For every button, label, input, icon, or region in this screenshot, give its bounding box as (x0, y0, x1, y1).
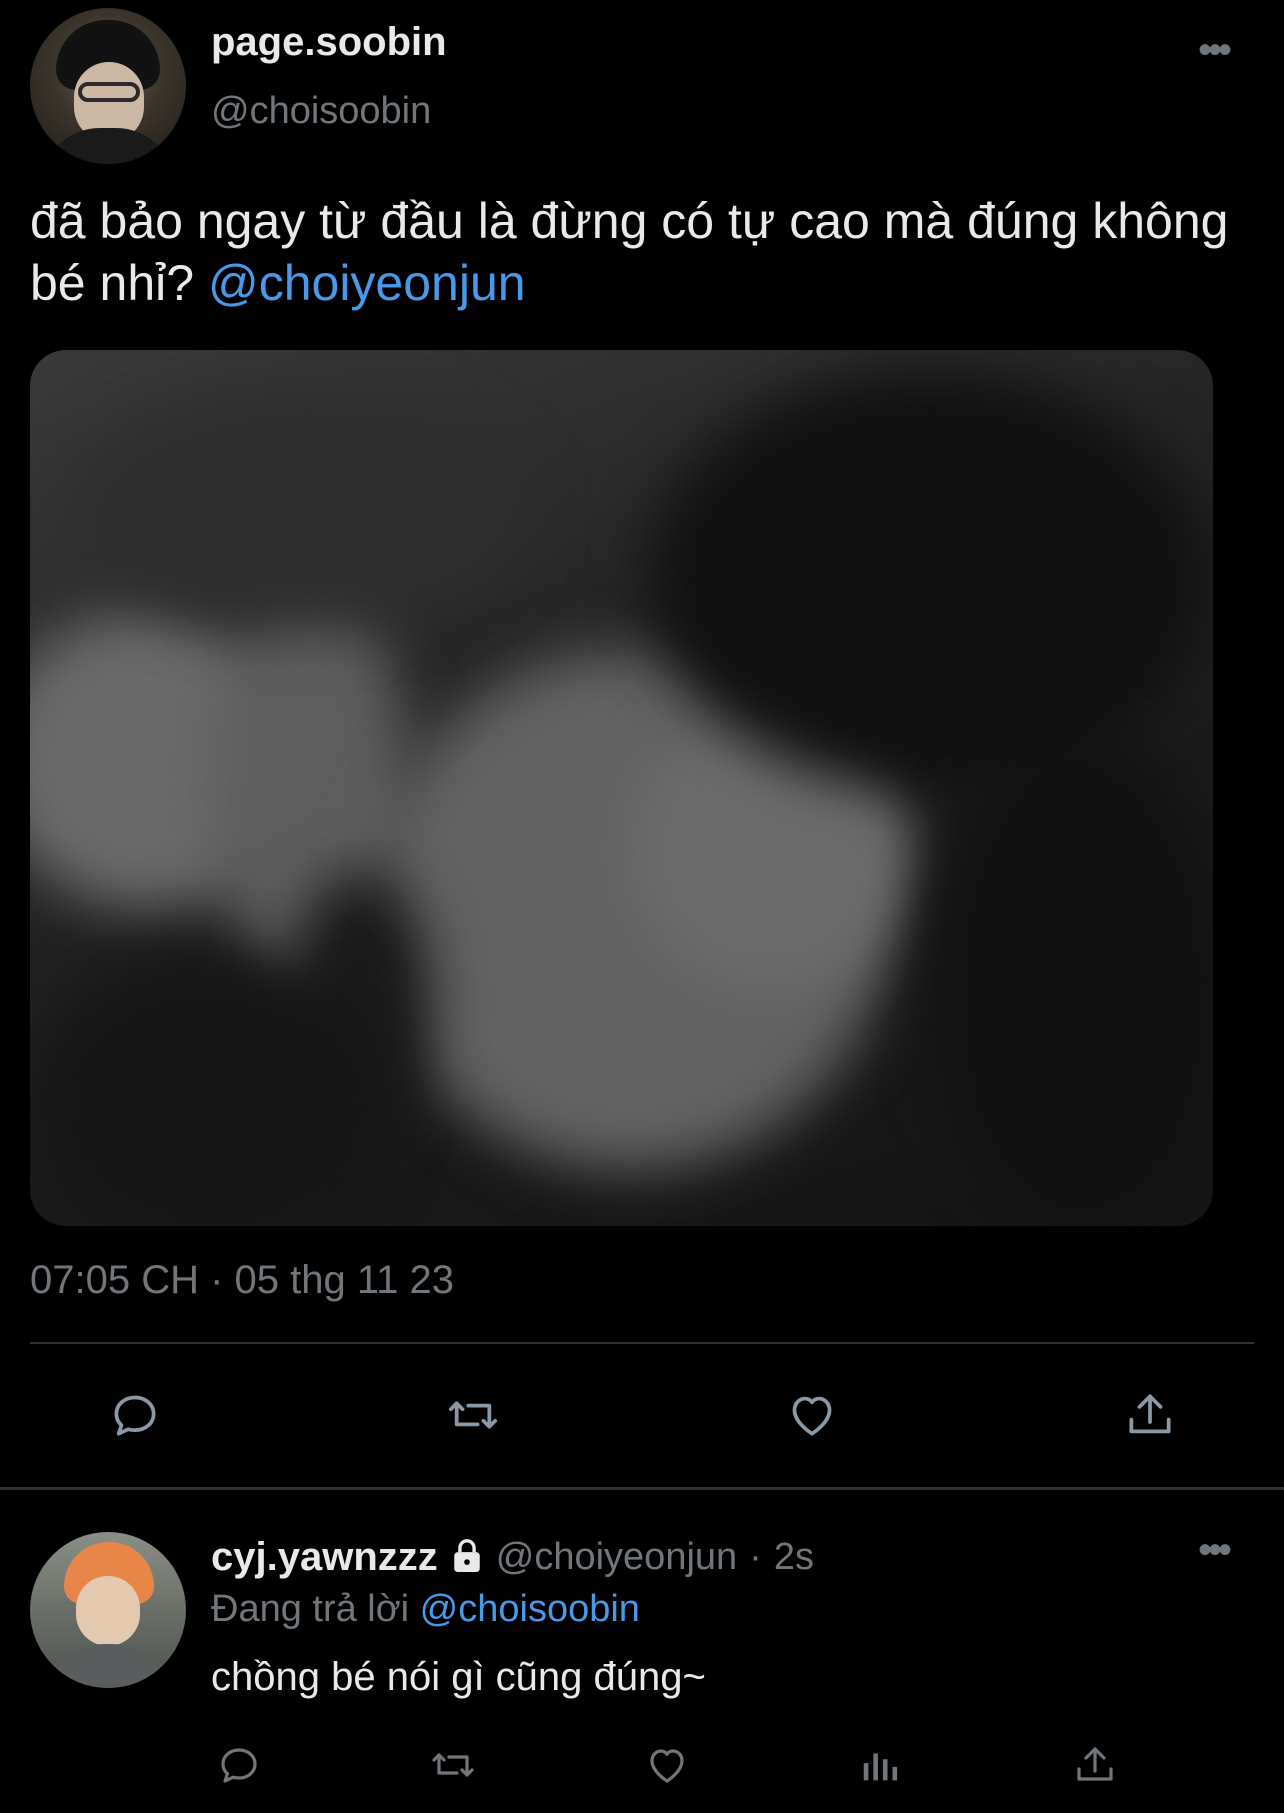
reply-handle[interactable]: @choiyeonjun (496, 1536, 737, 1579)
tweet-text: đã bảo ngay từ đầu là đừng có tự cao mà … (30, 190, 1260, 314)
author-avatar[interactable] (30, 8, 186, 164)
reply-display-name[interactable]: cyj.yawnzzz (211, 1535, 438, 1580)
author-display-name[interactable]: page.soobin (211, 20, 447, 65)
more-options-icon[interactable]: ••• (1198, 30, 1232, 70)
reply-like-icon[interactable] (640, 1740, 694, 1790)
lock-icon (450, 1536, 484, 1579)
reply-retweet-icon[interactable] (424, 1740, 482, 1790)
retweet-icon[interactable] (438, 1385, 508, 1445)
author-handle[interactable]: @choisoobin (211, 90, 431, 133)
divider (30, 1342, 1254, 1344)
replying-to-prefix: Đang trả lời (211, 1588, 410, 1630)
reply-time: 2s (773, 1536, 814, 1578)
mention-link[interactable]: @choiyeonjun (208, 255, 526, 311)
reply-text: chồng bé nói gì cũng đúng~ (211, 1655, 706, 1699)
reply-author-avatar[interactable] (30, 1532, 186, 1688)
reply-share-icon[interactable] (1068, 1740, 1122, 1790)
share-icon[interactable] (1118, 1385, 1182, 1445)
tweet-timestamp: 07:05 CH · 05 thg 11 23 (30, 1258, 454, 1302)
reply-header: cyj.yawnzzz @choiyeonjun · 2s (211, 1535, 814, 1580)
reply-icon[interactable] (103, 1385, 167, 1445)
tweet-media-image[interactable] (30, 350, 1213, 1226)
meta-separator: · (749, 1536, 762, 1578)
reply-views-icon[interactable] (856, 1740, 906, 1790)
replying-to-handle[interactable]: @choisoobin (420, 1588, 640, 1630)
section-divider (0, 1487, 1284, 1490)
reply-more-options-icon[interactable]: ••• (1198, 1530, 1232, 1570)
replying-to: Đang trả lời @choisoobin (211, 1588, 640, 1631)
like-icon[interactable] (780, 1385, 844, 1445)
reply-reply-icon[interactable] (212, 1740, 266, 1790)
